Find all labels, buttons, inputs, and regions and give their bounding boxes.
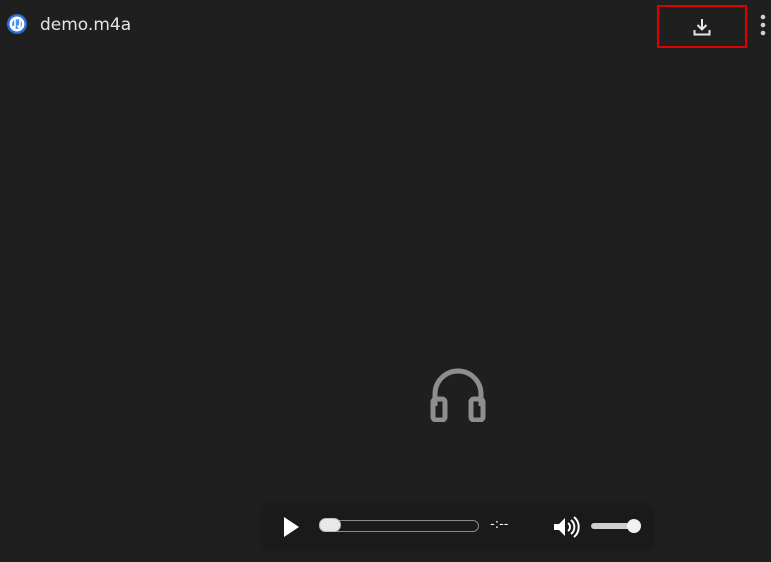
- download-icon: [693, 18, 711, 35]
- download-button[interactable]: [657, 5, 747, 48]
- progress-thumb[interactable]: [319, 518, 341, 532]
- play-icon[interactable]: [280, 515, 302, 539]
- audio-file-icon: [7, 14, 27, 34]
- top-bar: demo.m4a: [0, 0, 771, 50]
- progress-slider[interactable]: [319, 518, 479, 532]
- headphones-icon: [430, 368, 486, 422]
- file-title: demo.m4a: [40, 15, 132, 35]
- volume-icon[interactable]: [552, 515, 580, 539]
- volume-thumb[interactable]: [627, 519, 641, 533]
- media-controls: -:--: [264, 506, 652, 548]
- more-vertical-icon: [760, 14, 766, 36]
- media-viewer: demo.m4a -:--: [0, 0, 771, 562]
- time-display: -:--: [490, 517, 509, 532]
- volume-slider[interactable]: [591, 519, 641, 533]
- more-options-button[interactable]: [756, 12, 770, 38]
